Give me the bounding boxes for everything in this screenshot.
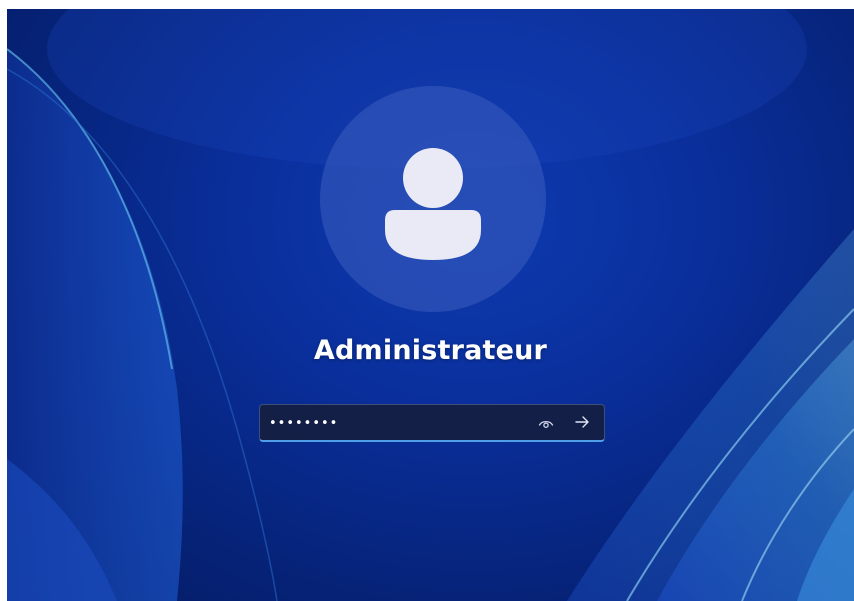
arrow-right-icon[interactable] — [573, 413, 591, 431]
user-avatar — [320, 86, 546, 312]
lock-screen: Administrateur — [7, 9, 854, 601]
password-field-container[interactable] — [259, 404, 605, 442]
password-input[interactable] — [269, 411, 519, 435]
username-label: Administrateur — [313, 335, 548, 366]
user-silhouette-icon — [385, 148, 481, 260]
eye-reveal-icon[interactable] — [537, 414, 555, 432]
